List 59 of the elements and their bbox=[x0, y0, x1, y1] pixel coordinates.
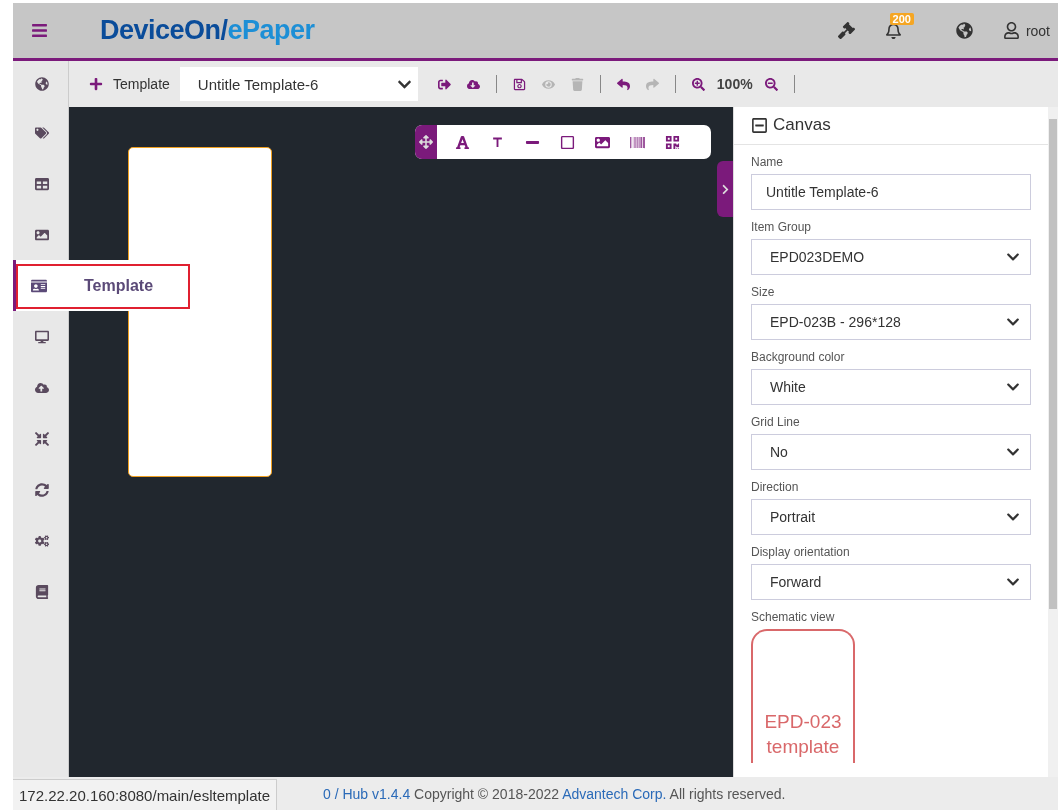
id-card-icon bbox=[31, 277, 47, 294]
bell-icon[interactable] bbox=[884, 22, 902, 39]
field-label: Background color bbox=[751, 350, 846, 364]
field-label: Grid Line bbox=[751, 415, 801, 429]
select-field[interactable]: EPD023DEMO bbox=[751, 239, 1031, 275]
export-icon bbox=[437, 77, 451, 91]
plus-icon bbox=[89, 77, 103, 91]
input-field[interactable]: Untitle Template-6 bbox=[751, 174, 1031, 210]
logo: DeviceOn/ePaper bbox=[100, 15, 315, 46]
select-field[interactable]: Forward bbox=[751, 564, 1031, 600]
user-name[interactable]: root bbox=[1025, 22, 1050, 39]
panel-title: Canvas bbox=[773, 115, 831, 135]
globe-icon[interactable] bbox=[955, 22, 973, 39]
user-icon[interactable] bbox=[1002, 22, 1020, 39]
field-label: Name bbox=[751, 155, 784, 169]
notification-badge: 200 bbox=[889, 12, 914, 25]
collapse-icon[interactable] bbox=[751, 116, 768, 134]
footer-link[interactable]: Advantech Corp. bbox=[562, 785, 667, 802]
move-icon[interactable] bbox=[415, 125, 437, 159]
select-field[interactable]: EPD-023B - 296*128 bbox=[751, 304, 1031, 340]
select-field[interactable]: White bbox=[751, 369, 1031, 405]
footer-link[interactable]: 0 / Hub v1.4.4 bbox=[323, 785, 411, 802]
eye-icon bbox=[541, 77, 555, 91]
field-label: Direction bbox=[751, 480, 800, 494]
select-field[interactable]: Portrait bbox=[751, 499, 1031, 535]
field-label: Item Group bbox=[751, 220, 813, 234]
zoom-out-icon bbox=[764, 77, 778, 91]
monitor-icon bbox=[35, 329, 49, 344]
menu-icon[interactable] bbox=[31, 22, 48, 39]
sync-icon bbox=[35, 482, 49, 497]
gavel-icon[interactable] bbox=[837, 22, 855, 39]
schematic-text: EPD-023 bbox=[764, 710, 842, 734]
field-label: Display orientation bbox=[751, 545, 851, 559]
redo-icon bbox=[645, 77, 659, 91]
add-template-button[interactable]: Template bbox=[89, 76, 170, 92]
schematic-text: template bbox=[766, 735, 840, 759]
select-field[interactable]: No bbox=[751, 434, 1031, 470]
panel-toggle-button[interactable] bbox=[717, 161, 733, 217]
undo-icon bbox=[616, 77, 630, 91]
table-icon bbox=[35, 176, 49, 191]
field-label: Schematic view bbox=[751, 610, 836, 624]
gears-icon bbox=[35, 533, 49, 548]
image-icon bbox=[35, 227, 49, 242]
status-url: 172.22.20.160:8080/main/esltemplate bbox=[13, 779, 277, 810]
template-select[interactable]: Untitle Template-6 bbox=[179, 67, 418, 101]
scrollbar[interactable] bbox=[1048, 107, 1058, 777]
globe-icon[interactable] bbox=[35, 77, 49, 91]
sidebar-item[interactable]: Template bbox=[13, 260, 190, 311]
footer-text: 0 / Hub v1.4.4 Copyright © 2018-2022 Advantech Corp. All rights reserved. bbox=[323, 785, 786, 802]
cloud-download-icon bbox=[466, 77, 480, 91]
book-icon bbox=[35, 584, 49, 599]
compress-icon bbox=[35, 431, 49, 446]
field-label: Size bbox=[751, 285, 776, 299]
save-icon bbox=[512, 77, 526, 91]
zoom-in-icon bbox=[691, 77, 705, 91]
zoom-level: 100% bbox=[715, 76, 754, 92]
cloud-upload-icon bbox=[35, 380, 49, 395]
tags-icon bbox=[35, 125, 49, 140]
trash-icon bbox=[570, 77, 584, 91]
